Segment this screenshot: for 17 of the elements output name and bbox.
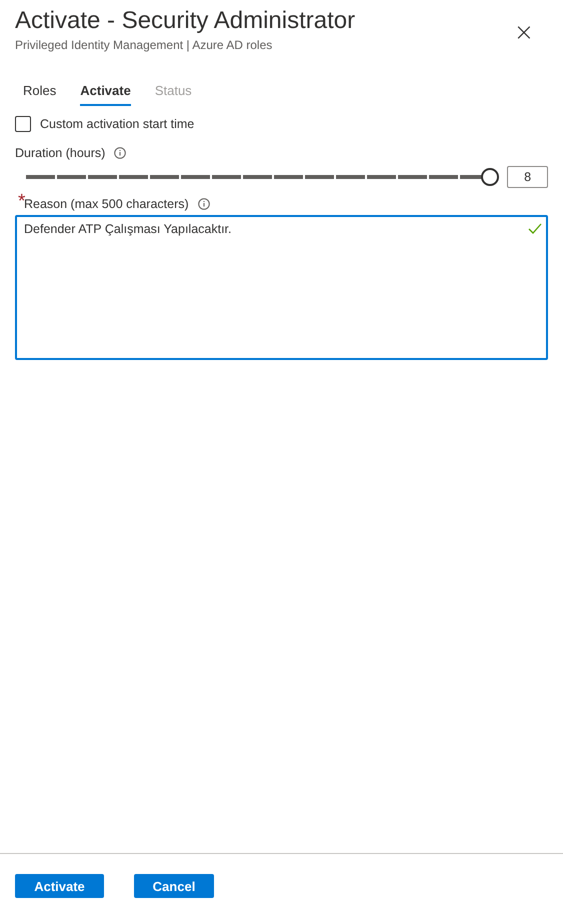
cancel-button[interactable]: Cancel — [134, 874, 214, 898]
tab[interactable]: Activate — [80, 81, 131, 106]
breadcrumb: Privileged Identity Management | Azure AD roles — [15, 38, 272, 52]
checkbox-label: Custom activation start time — [40, 117, 194, 131]
info-icon[interactable] — [114, 147, 126, 159]
duration-label: Duration (hours) — [15, 146, 106, 160]
duration-field[interactable]: 8 — [507, 166, 548, 188]
reason-field[interactable]: Defender ATP Çalışması Yapılacaktır. — [15, 215, 548, 360]
reason-label: Reason (max 500 characters) — [24, 197, 189, 211]
info-icon[interactable] — [198, 198, 210, 210]
activate-button[interactable]: Activate — [15, 874, 104, 898]
tab[interactable]: Roles — [23, 81, 56, 106]
close-button[interactable]: × — [514, 10, 534, 54]
slider-thumb[interactable] — [481, 168, 499, 186]
panel-title: Activate - Security Administrator — [15, 6, 356, 36]
required-mark: * — [18, 191, 26, 213]
checkbox[interactable] — [15, 116, 31, 132]
